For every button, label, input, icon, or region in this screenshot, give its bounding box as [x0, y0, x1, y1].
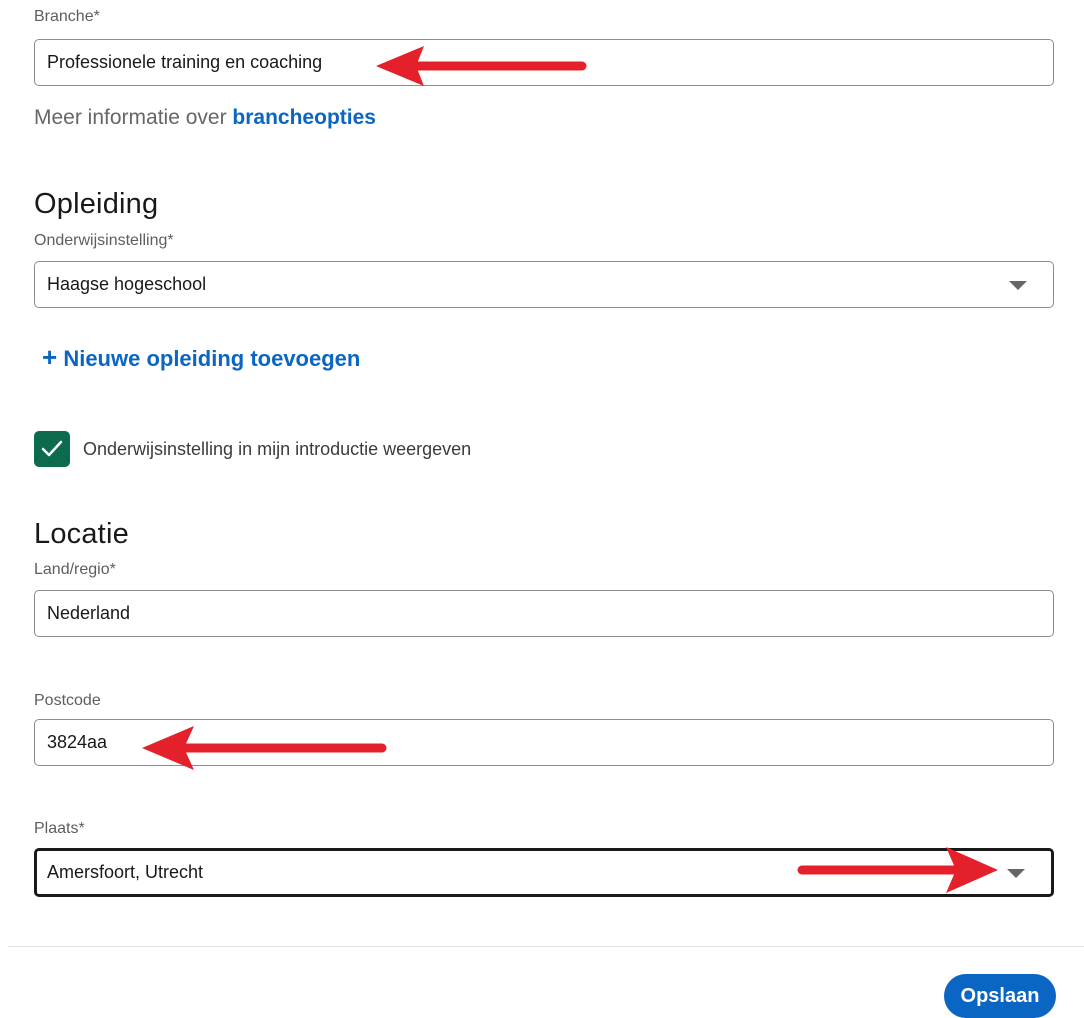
- postal-code-value: 3824aa: [47, 732, 108, 752]
- postal-code-label: Postcode: [34, 692, 101, 709]
- add-education-label: Nieuwe opleiding toevoegen: [63, 346, 361, 371]
- save-button[interactable]: Opslaan: [944, 974, 1056, 1018]
- industry-label: Branche*: [34, 8, 100, 25]
- show-school-label: Onderwijsinstelling in mijn introductie …: [83, 439, 472, 459]
- location-section-title: Locatie: [34, 518, 129, 550]
- red-arrow-icon: [797, 847, 998, 893]
- school-value: Haagse hogeschool: [47, 274, 207, 294]
- chevron-down-icon: [1009, 280, 1027, 290]
- chevron-down-icon: [1007, 868, 1025, 878]
- country-input[interactable]: Nederland: [34, 590, 1054, 637]
- red-arrow-icon: [142, 726, 387, 770]
- footer-divider: [8, 946, 1084, 947]
- industry-value: Professionele training en coaching: [47, 52, 323, 72]
- city-value: Amersfoort, Utrecht: [47, 862, 204, 882]
- red-arrow-icon: [376, 46, 587, 86]
- add-education-button[interactable]: + Nieuwe opleiding toevoegen: [42, 342, 360, 373]
- city-label: Plaats*: [34, 820, 85, 837]
- industry-info-prefix: Meer informatie over: [34, 106, 227, 129]
- school-select[interactable]: Haagse hogeschool: [34, 261, 1054, 308]
- industry-info: Meer informatie over brancheopties: [34, 106, 376, 130]
- check-icon: [41, 440, 63, 457]
- show-school-checkbox[interactable]: [34, 431, 70, 467]
- industry-options-link[interactable]: brancheopties: [232, 106, 376, 129]
- education-section-title: Opleiding: [34, 188, 159, 220]
- country-value: Nederland: [47, 603, 131, 623]
- plus-icon: +: [42, 342, 58, 372]
- country-label: Land/regio*: [34, 561, 116, 578]
- school-label: Onderwijsinstelling*: [34, 232, 174, 249]
